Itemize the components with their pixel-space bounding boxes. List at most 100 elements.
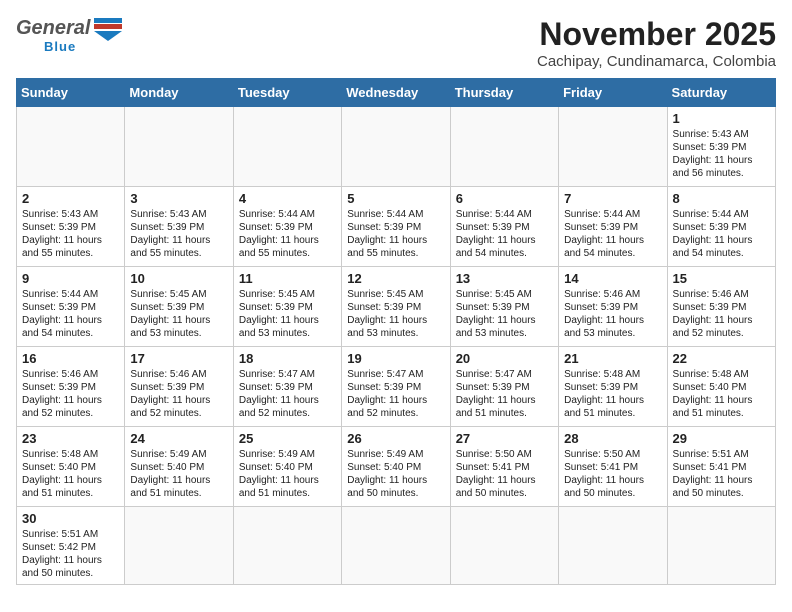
day-info: Sunrise: 5:46 AM bbox=[564, 288, 661, 301]
day-info: Sunset: 5:39 PM bbox=[239, 301, 336, 314]
day-info: Sunrise: 5:50 AM bbox=[456, 448, 553, 461]
day-number: 27 bbox=[456, 431, 553, 446]
day-info: Sunset: 5:40 PM bbox=[130, 461, 227, 474]
day-header-row: SundayMondayTuesdayWednesdayThursdayFrid… bbox=[17, 79, 776, 107]
day-info: Sunrise: 5:44 AM bbox=[456, 208, 553, 221]
day-info: Sunset: 5:39 PM bbox=[347, 301, 444, 314]
day-info: Sunrise: 5:44 AM bbox=[673, 208, 770, 221]
day-info: Sunset: 5:39 PM bbox=[239, 381, 336, 394]
day-info: Daylight: 11 hours bbox=[239, 474, 336, 487]
day-number: 3 bbox=[130, 191, 227, 206]
calendar-cell bbox=[17, 107, 125, 187]
day-info: and 50 minutes. bbox=[673, 487, 770, 500]
day-info: Sunset: 5:41 PM bbox=[456, 461, 553, 474]
day-info: Daylight: 11 hours bbox=[22, 394, 119, 407]
calendar-cell: 16Sunrise: 5:46 AMSunset: 5:39 PMDayligh… bbox=[17, 347, 125, 427]
day-info: Daylight: 11 hours bbox=[130, 394, 227, 407]
day-number: 16 bbox=[22, 351, 119, 366]
day-number: 11 bbox=[239, 271, 336, 286]
day-info: Daylight: 11 hours bbox=[564, 474, 661, 487]
day-info: and 50 minutes. bbox=[456, 487, 553, 500]
col-header-saturday: Saturday bbox=[667, 79, 775, 107]
calendar-cell bbox=[667, 507, 775, 585]
day-info: Sunset: 5:39 PM bbox=[130, 221, 227, 234]
day-info: Sunrise: 5:45 AM bbox=[130, 288, 227, 301]
calendar-cell bbox=[450, 507, 558, 585]
calendar-cell: 8Sunrise: 5:44 AMSunset: 5:39 PMDaylight… bbox=[667, 187, 775, 267]
day-info: Sunset: 5:40 PM bbox=[673, 381, 770, 394]
day-info: and 53 minutes. bbox=[130, 327, 227, 340]
day-info: and 53 minutes. bbox=[347, 327, 444, 340]
logo: General Blue bbox=[16, 16, 122, 54]
day-info: Sunset: 5:39 PM bbox=[22, 381, 119, 394]
day-number: 12 bbox=[347, 271, 444, 286]
day-number: 21 bbox=[564, 351, 661, 366]
day-info: and 51 minutes. bbox=[564, 407, 661, 420]
day-number: 23 bbox=[22, 431, 119, 446]
day-info: Daylight: 11 hours bbox=[130, 474, 227, 487]
calendar-cell bbox=[342, 107, 450, 187]
day-info: and 55 minutes. bbox=[347, 247, 444, 260]
calendar-cell: 23Sunrise: 5:48 AMSunset: 5:40 PMDayligh… bbox=[17, 427, 125, 507]
col-header-monday: Monday bbox=[125, 79, 233, 107]
day-info: Sunset: 5:41 PM bbox=[673, 461, 770, 474]
day-number: 7 bbox=[564, 191, 661, 206]
day-info: Sunset: 5:39 PM bbox=[130, 381, 227, 394]
day-info: and 54 minutes. bbox=[673, 247, 770, 260]
calendar-cell: 6Sunrise: 5:44 AMSunset: 5:39 PMDaylight… bbox=[450, 187, 558, 267]
day-number: 26 bbox=[347, 431, 444, 446]
day-info: Sunrise: 5:47 AM bbox=[239, 368, 336, 381]
day-info: Sunset: 5:39 PM bbox=[673, 301, 770, 314]
calendar-subtitle: Cachipay, Cundinamarca, Colombia bbox=[537, 53, 776, 70]
day-info: and 54 minutes. bbox=[564, 247, 661, 260]
day-info: Sunrise: 5:45 AM bbox=[347, 288, 444, 301]
calendar-cell: 7Sunrise: 5:44 AMSunset: 5:39 PMDaylight… bbox=[559, 187, 667, 267]
calendar-cell bbox=[125, 107, 233, 187]
day-info: Daylight: 11 hours bbox=[239, 394, 336, 407]
day-info: Sunset: 5:39 PM bbox=[239, 221, 336, 234]
day-info: and 51 minutes. bbox=[239, 487, 336, 500]
day-info: Daylight: 11 hours bbox=[22, 474, 119, 487]
calendar-cell: 14Sunrise: 5:46 AMSunset: 5:39 PMDayligh… bbox=[559, 267, 667, 347]
day-info: Daylight: 11 hours bbox=[673, 394, 770, 407]
logo-blue-text: Blue bbox=[44, 39, 122, 54]
day-info: Sunrise: 5:44 AM bbox=[347, 208, 444, 221]
day-info: Daylight: 11 hours bbox=[130, 314, 227, 327]
day-info: and 53 minutes. bbox=[239, 327, 336, 340]
calendar-cell: 21Sunrise: 5:48 AMSunset: 5:39 PMDayligh… bbox=[559, 347, 667, 427]
day-info: Daylight: 11 hours bbox=[347, 234, 444, 247]
col-header-sunday: Sunday bbox=[17, 79, 125, 107]
calendar-cell bbox=[342, 507, 450, 585]
day-info: Sunrise: 5:49 AM bbox=[130, 448, 227, 461]
day-info: Sunset: 5:39 PM bbox=[564, 221, 661, 234]
day-info: Daylight: 11 hours bbox=[456, 474, 553, 487]
day-info: Daylight: 11 hours bbox=[347, 474, 444, 487]
day-number: 6 bbox=[456, 191, 553, 206]
day-info: and 53 minutes. bbox=[456, 327, 553, 340]
day-info: Daylight: 11 hours bbox=[564, 314, 661, 327]
day-info: Daylight: 11 hours bbox=[456, 394, 553, 407]
day-info: Daylight: 11 hours bbox=[673, 234, 770, 247]
calendar-cell: 20Sunrise: 5:47 AMSunset: 5:39 PMDayligh… bbox=[450, 347, 558, 427]
day-info: Sunrise: 5:49 AM bbox=[239, 448, 336, 461]
day-info: and 50 minutes. bbox=[347, 487, 444, 500]
day-number: 20 bbox=[456, 351, 553, 366]
calendar-cell: 5Sunrise: 5:44 AMSunset: 5:39 PMDaylight… bbox=[342, 187, 450, 267]
calendar-cell: 11Sunrise: 5:45 AMSunset: 5:39 PMDayligh… bbox=[233, 267, 341, 347]
day-number: 19 bbox=[347, 351, 444, 366]
day-info: Sunset: 5:39 PM bbox=[22, 221, 119, 234]
day-info: Daylight: 11 hours bbox=[673, 154, 770, 167]
day-info: and 53 minutes. bbox=[564, 327, 661, 340]
header: General Blue November 2025 Cachipay, Cun… bbox=[16, 16, 776, 70]
calendar-cell: 22Sunrise: 5:48 AMSunset: 5:40 PMDayligh… bbox=[667, 347, 775, 427]
day-info: Sunrise: 5:43 AM bbox=[22, 208, 119, 221]
day-number: 13 bbox=[456, 271, 553, 286]
day-info: Sunset: 5:41 PM bbox=[564, 461, 661, 474]
day-info: Daylight: 11 hours bbox=[673, 474, 770, 487]
day-info: and 51 minutes. bbox=[130, 487, 227, 500]
day-info: Daylight: 11 hours bbox=[22, 234, 119, 247]
day-info: and 55 minutes. bbox=[130, 247, 227, 260]
day-info: and 50 minutes. bbox=[22, 567, 119, 580]
day-info: and 52 minutes. bbox=[130, 407, 227, 420]
day-info: Sunset: 5:39 PM bbox=[456, 221, 553, 234]
